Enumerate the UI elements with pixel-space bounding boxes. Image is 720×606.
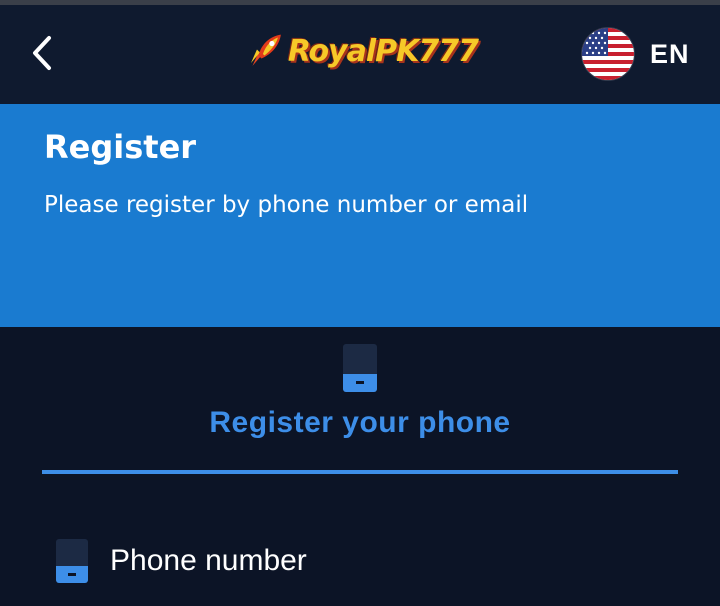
language-selector[interactable]: EN: [582, 27, 702, 81]
back-button[interactable]: [22, 31, 62, 75]
phone-icon: [343, 344, 377, 392]
chevron-left-icon: [33, 36, 51, 70]
language-code: EN: [650, 38, 690, 69]
active-tab-indicator: [42, 470, 678, 474]
register-banner: Register Please register by phone number…: [0, 104, 720, 327]
logo-text: RoyalPK777: [287, 33, 479, 69]
phone-number-field-label-row: Phone number: [56, 536, 676, 586]
phone-number-label: Phone number: [110, 544, 307, 577]
us-flag-icon: [582, 28, 634, 80]
page-subtitle: Please register by phone number or email: [44, 192, 529, 218]
tab-register-phone[interactable]: Register your phone: [42, 340, 678, 475]
rocket-icon: [250, 34, 281, 66]
top-header: RoyalPK777 EN: [0, 5, 720, 104]
brand-logo[interactable]: RoyalPK777: [248, 23, 479, 79]
tab-label: Register your phone: [209, 406, 511, 439]
phone-icon: [56, 539, 88, 583]
page-title: Register: [44, 128, 197, 166]
